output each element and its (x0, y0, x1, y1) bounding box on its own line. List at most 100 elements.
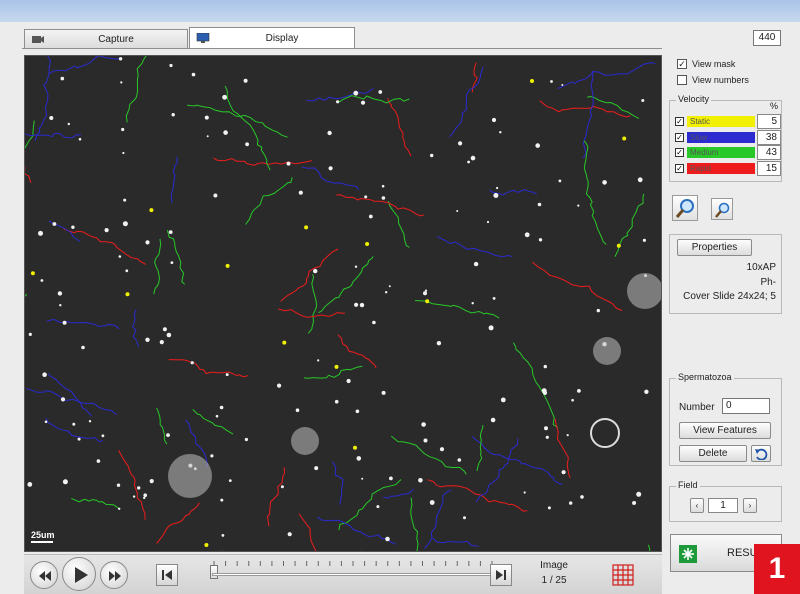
sperm-head (457, 458, 462, 462)
properties-button[interactable]: Properties (677, 239, 752, 256)
sperm-head (132, 495, 136, 498)
velocity-static-value: 5 (757, 114, 781, 129)
zoom-in-icon (675, 199, 694, 218)
sperm-head (27, 482, 33, 487)
velocity-row-rapid[interactable]: ✓ Rapid (673, 162, 755, 175)
sperm-head (42, 372, 47, 378)
sperm-track (475, 438, 519, 503)
camera-icon (32, 36, 44, 43)
sperm-track (390, 435, 467, 475)
grid-button[interactable] (612, 564, 634, 586)
sperm-head (298, 190, 303, 195)
sperm-head (219, 405, 224, 410)
sperm-head (566, 434, 569, 437)
zoom-in-button[interactable] (672, 195, 698, 221)
microscope-view[interactable]: 25um (24, 55, 662, 552)
sperm-head (143, 493, 147, 498)
sperm-track (383, 489, 415, 499)
sperm-head (467, 160, 470, 164)
sperm-head (60, 76, 65, 81)
sperm-head (378, 90, 383, 94)
sperm-head (243, 78, 248, 83)
sperm-track (387, 98, 412, 157)
number-label: Number (679, 402, 715, 413)
velocity-rapid-checkbox[interactable]: ✓ (675, 164, 684, 173)
velocity-row-slow[interactable]: ✓ Slow (673, 131, 755, 144)
last-frame-button[interactable] (490, 564, 512, 586)
sperm-track (156, 502, 200, 544)
sperm-track (25, 166, 32, 183)
velocity-slow-checkbox[interactable]: ✓ (675, 133, 684, 142)
sperm-head (486, 220, 490, 224)
frame-slider-track[interactable] (212, 573, 494, 576)
sperm-track (449, 67, 484, 138)
sperm-head (596, 308, 600, 313)
sperm-tracks-overlay (25, 56, 661, 551)
play-button[interactable] (62, 557, 96, 591)
undo-icon (755, 448, 768, 460)
sperm-head (561, 84, 564, 86)
sperm-track (338, 479, 402, 531)
sperm-head (210, 454, 214, 458)
sperm-track (332, 461, 344, 505)
static-sperm-marker (353, 445, 357, 450)
view-mask-checkbox[interactable]: ✓ View mask (677, 59, 735, 69)
sperm-track (63, 228, 146, 265)
static-sperm-marker (425, 299, 430, 304)
cover-slide-label: Cover Slide 24x24; 5 (683, 291, 776, 302)
debris-cluster (593, 337, 621, 365)
zoom-out-button[interactable] (711, 198, 733, 220)
sperm-head (356, 456, 362, 461)
velocity-static-checkbox[interactable]: ✓ (675, 117, 684, 126)
debris-cluster (627, 273, 661, 309)
sperm-track (476, 425, 484, 472)
sperm-head (353, 90, 359, 96)
static-sperm-marker (282, 340, 287, 345)
sperm-head (162, 327, 167, 332)
sperm-head (355, 409, 360, 414)
tab-display[interactable]: Display (189, 27, 355, 48)
fast-forward-button[interactable] (100, 561, 128, 589)
undo-button[interactable] (751, 445, 771, 462)
sperm-head (149, 479, 154, 484)
sperm-head (376, 505, 380, 509)
sperm-head (143, 496, 146, 500)
number-input[interactable]: 0 (722, 398, 770, 414)
first-frame-button[interactable] (156, 564, 178, 586)
sperm-head (361, 477, 364, 480)
sperm-head (191, 72, 196, 77)
sperm-head (125, 269, 129, 273)
sperm-head (72, 422, 76, 426)
delete-button[interactable]: Delete (679, 445, 747, 462)
sperm-head (220, 498, 224, 502)
frame-slider-thumb[interactable] (210, 565, 218, 579)
sperm-head (361, 550, 363, 551)
sperm-track (34, 56, 51, 142)
sperm-head (641, 99, 645, 102)
velocity-row-medium[interactable]: ✓ Medium (673, 146, 755, 159)
view-features-button[interactable]: View Features (679, 422, 771, 439)
sperm-head (159, 340, 164, 345)
sperm-head (286, 161, 291, 166)
field-prev-button[interactable]: ‹ (690, 498, 704, 513)
rewind-button[interactable] (30, 561, 58, 589)
sperm-head (52, 222, 57, 226)
sperm-track (224, 85, 271, 171)
chevron-right-icon: › (748, 501, 752, 510)
view-numbers-checkbox[interactable]: View numbers (677, 75, 749, 85)
sperm-track (512, 342, 559, 428)
velocity-medium-checkbox[interactable]: ✓ (675, 148, 684, 157)
velocity-row-static[interactable]: ✓ Static (673, 115, 755, 128)
sperm-head (137, 486, 141, 490)
sperm-track (170, 156, 178, 204)
sperm-head (166, 332, 172, 338)
field-title: Field (676, 480, 700, 490)
sperm-track (213, 157, 312, 166)
field-number-input[interactable]: 1 (708, 498, 738, 513)
zoom-out-icon (715, 202, 730, 218)
static-sperm-marker (622, 136, 627, 141)
velocity-medium-label: Medium (687, 147, 755, 158)
field-next-button[interactable]: › (743, 498, 757, 513)
sperm-head (223, 130, 228, 135)
tab-capture[interactable]: Capture (24, 29, 188, 48)
